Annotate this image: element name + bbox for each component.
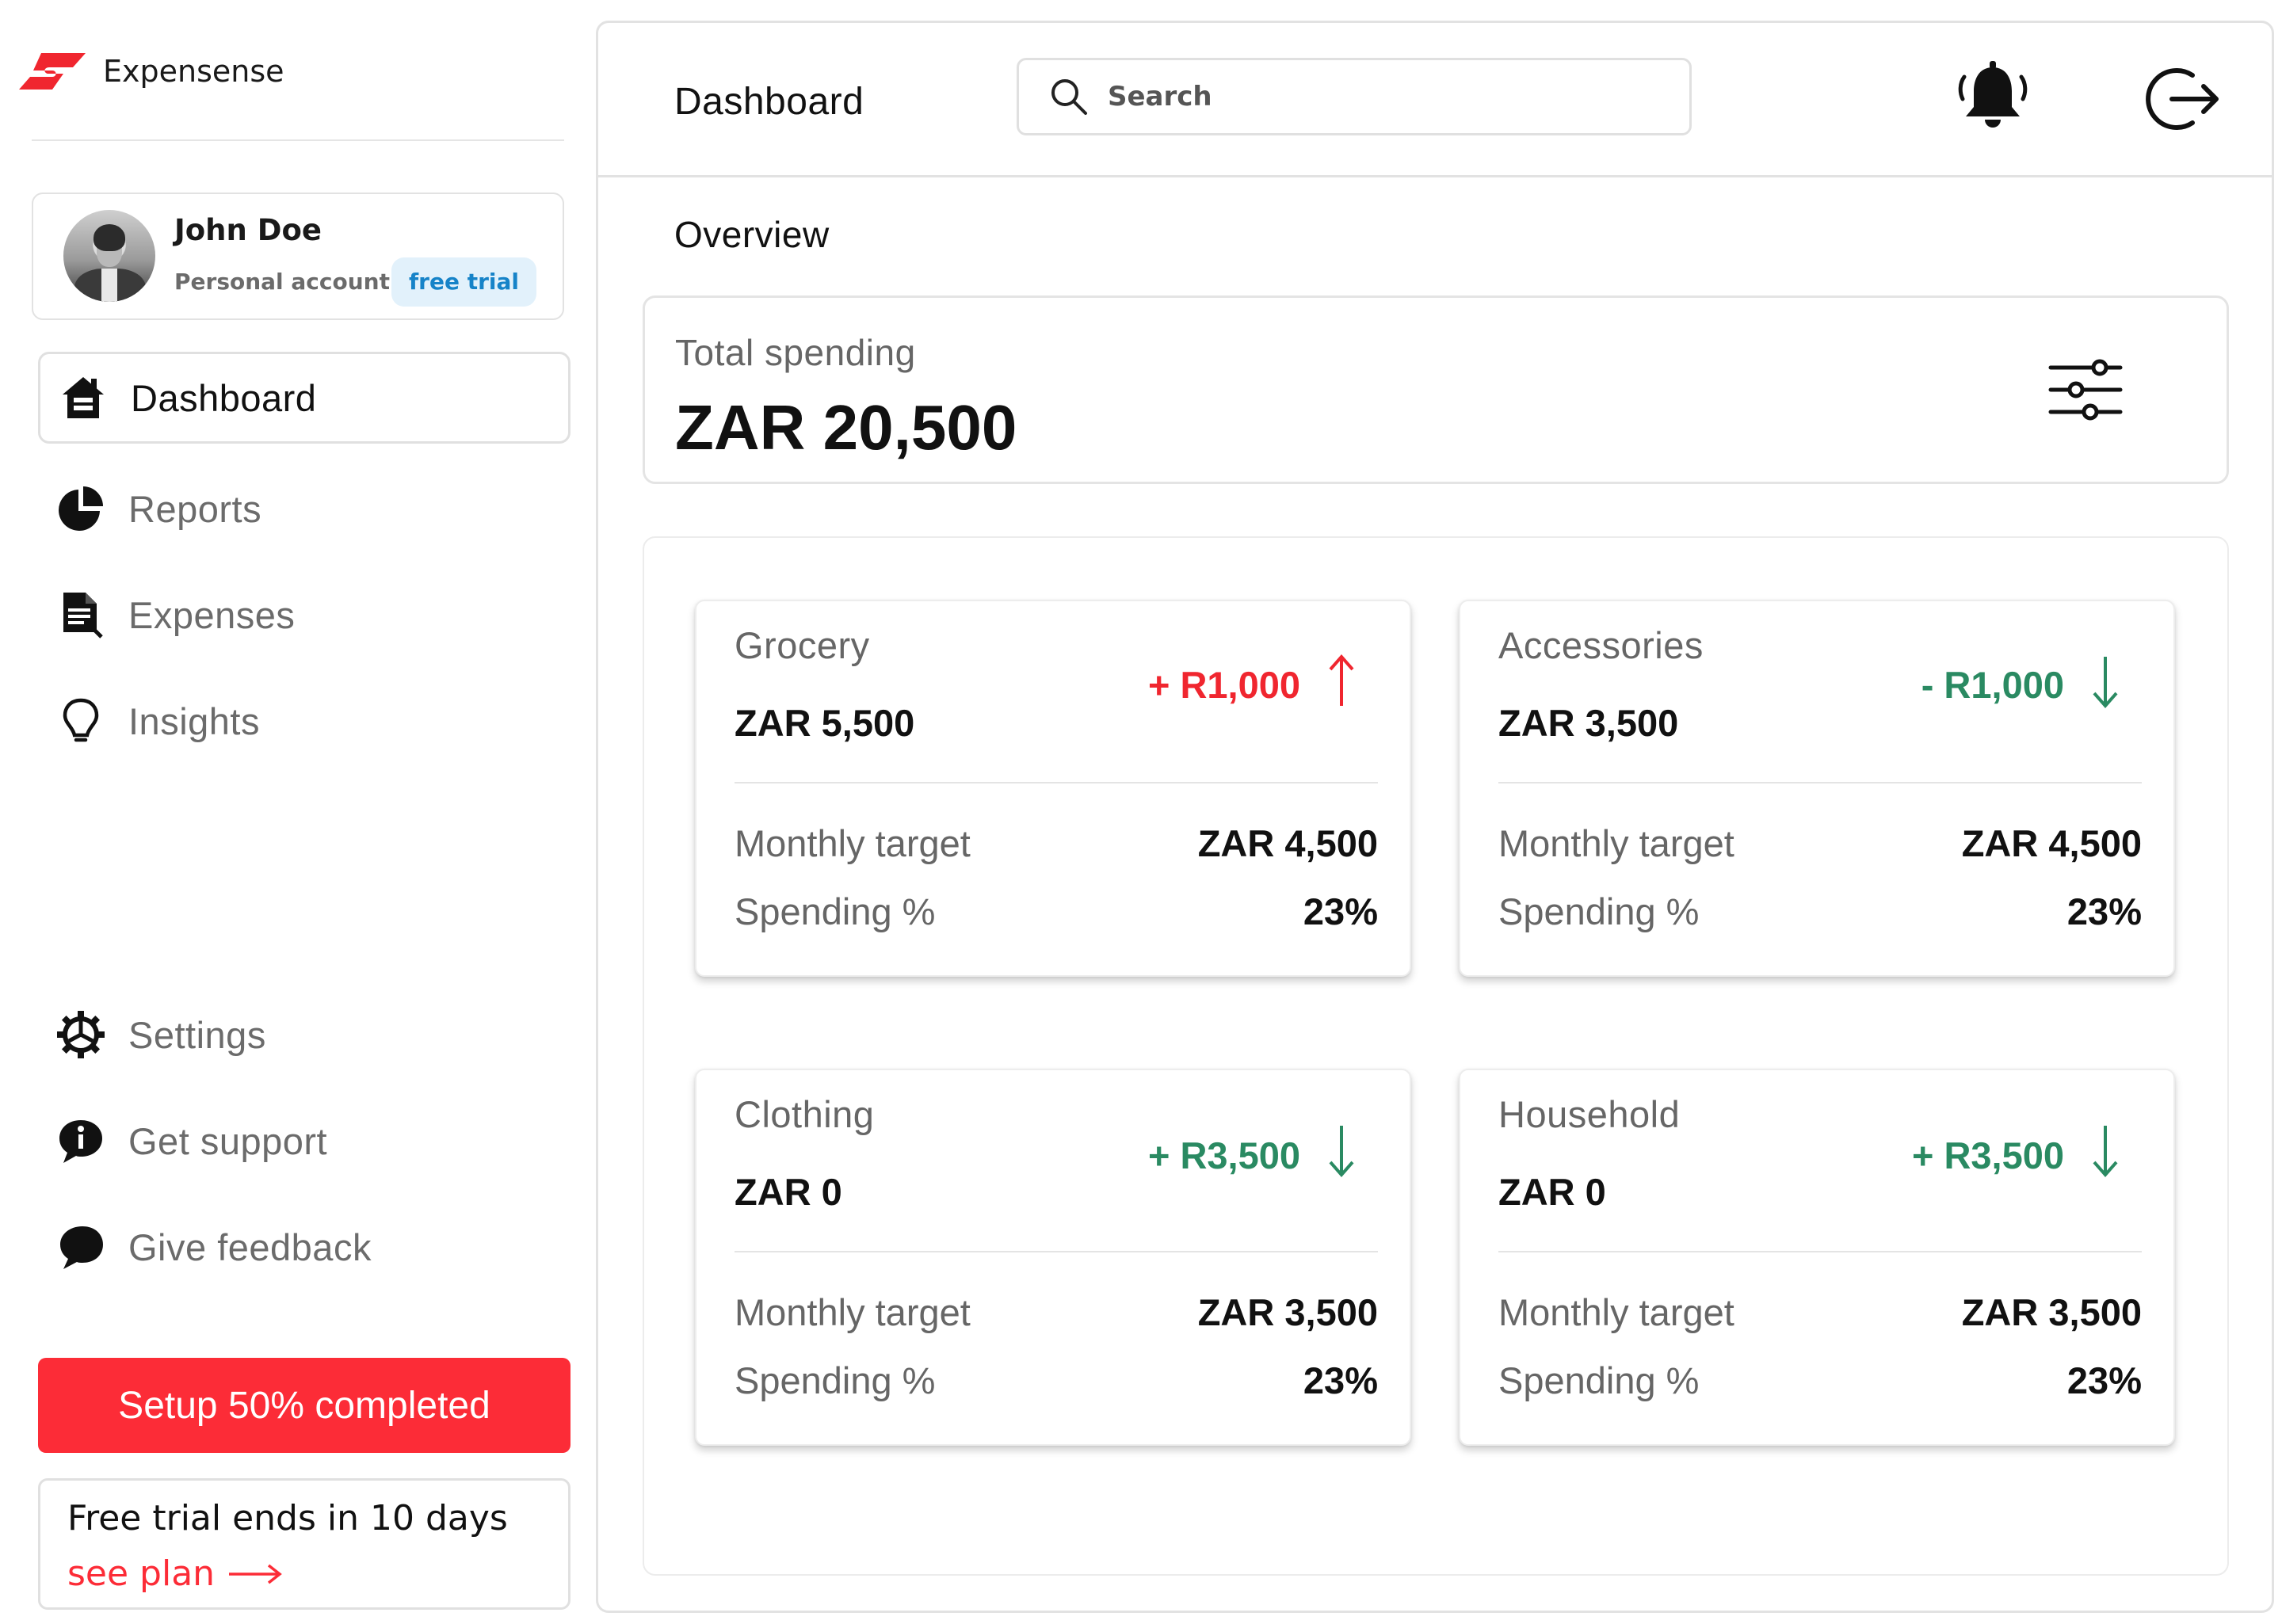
search-icon (1051, 79, 1087, 115)
spending-percent-label: Spending % (735, 1359, 936, 1401)
sidebar-item-label: Insights (128, 700, 260, 742)
see-plan-link[interactable]: see plan (67, 1553, 283, 1594)
monthly-target-label: Monthly target (1498, 822, 1734, 864)
category-amount: ZAR 0 (1498, 1171, 1606, 1213)
app-name: Expensense (103, 54, 284, 89)
filter-sliders-icon[interactable] (2046, 355, 2125, 426)
category-name: Grocery (735, 624, 870, 666)
category-name: Clothing (735, 1093, 875, 1135)
spending-percent-value: 23% (1303, 1359, 1378, 1401)
brand-divider (32, 139, 564, 141)
card-divider (1498, 782, 2142, 783)
section-title: Overview (674, 214, 830, 255)
sidebar-item-give-feedback[interactable]: Give feedback (38, 1201, 570, 1293)
spending-percent-value: 23% (2066, 890, 2142, 932)
category-amount: ZAR 5,500 (735, 702, 915, 744)
arrow-down-icon (1329, 1126, 1354, 1178)
arrow-up-icon (1329, 654, 1354, 706)
arrow-down-icon (2093, 1126, 2118, 1178)
category-name: Accessories (1498, 624, 1704, 666)
monthly-target-value: ZAR 3,500 (1961, 1291, 2142, 1333)
spending-percent-label: Spending % (1498, 890, 1700, 932)
spending-percent-value: 23% (2066, 1359, 2142, 1401)
category-card-grocery[interactable]: Grocery ZAR 5,500 + R1,000 Monthly targe… (695, 600, 1411, 977)
notification-bell-icon[interactable] (1953, 58, 2032, 137)
lightbulb-icon (55, 696, 106, 746)
see-plan-label: see plan (67, 1553, 216, 1594)
sidebar-item-expenses[interactable]: Expenses (38, 569, 570, 661)
spending-percent-value: 23% (1303, 890, 1378, 932)
header-divider (598, 175, 2272, 177)
category-delta: + R3,500 (1147, 1134, 1300, 1176)
profile-name: John Doe (174, 213, 322, 247)
pie-chart-icon (55, 483, 106, 534)
sidebar-item-label: Dashboard (131, 376, 317, 419)
brand[interactable]: Expensense (17, 46, 284, 97)
monthly-target-value: ZAR 4,500 (1197, 822, 1378, 864)
search-box[interactable] (1017, 58, 1692, 135)
category-card-household[interactable]: Household ZAR 0 + R3,500 Monthly target … (1459, 1069, 2175, 1446)
spending-percent-row: Spending % 23% (1498, 1359, 2142, 1402)
avatar[interactable] (63, 210, 155, 302)
spending-percent-row: Spending % 23% (1498, 890, 2142, 933)
category-amount: ZAR 3,500 (1498, 702, 1679, 744)
monthly-target-label: Monthly target (735, 1291, 971, 1333)
category-delta: + R3,500 (1911, 1134, 2064, 1176)
monthly-target-row: Monthly target ZAR 4,500 (1498, 822, 2142, 865)
sidebar-item-label: Settings (128, 1013, 266, 1056)
chat-bubble-icon (55, 1222, 106, 1272)
expensense-logo-icon (19, 53, 86, 90)
category-delta: - R1,000 (1921, 664, 2064, 706)
trial-notice-text: Free trial ends in 10 days (67, 1498, 508, 1538)
total-spending-value: ZAR 20,500 (675, 392, 1017, 463)
category-card-accessories[interactable]: Accessories ZAR 3,500 - R1,000 Monthly t… (1459, 600, 2175, 977)
sidebar-item-label: Expenses (128, 593, 296, 636)
account-type: Personal account (174, 269, 390, 295)
sidebar-item-label: Get support (128, 1119, 328, 1162)
spending-percent-row: Spending % 23% (735, 1359, 1378, 1402)
category-card-clothing[interactable]: Clothing ZAR 0 + R3,500 Monthly target Z… (695, 1069, 1411, 1446)
card-divider (1498, 1251, 2142, 1252)
category-cards-container: Grocery ZAR 5,500 + R1,000 Monthly targe… (643, 536, 2229, 1576)
category-amount: ZAR 0 (735, 1171, 842, 1213)
sidebar-item-dashboard[interactable]: Dashboard (38, 352, 570, 444)
logout-icon[interactable] (2145, 63, 2221, 135)
monthly-target-row: Monthly target ZAR 4,500 (735, 822, 1378, 865)
spending-percent-label: Spending % (1498, 1359, 1700, 1401)
category-delta: + R1,000 (1147, 664, 1300, 706)
setup-progress-button[interactable]: Setup 50% completed (38, 1358, 570, 1453)
sidebar-item-label: Give feedback (128, 1226, 372, 1268)
card-divider (735, 782, 1378, 783)
total-spending-label: Total spending (675, 332, 916, 373)
main-panel: Dashboard Overview Total spending ZAR 20… (596, 21, 2274, 1613)
sidebar-item-settings[interactable]: Settings (38, 989, 570, 1081)
sidebar-item-get-support[interactable]: Get support (38, 1095, 570, 1187)
monthly-target-row: Monthly target ZAR 3,500 (1498, 1290, 2142, 1334)
monthly-target-row: Monthly target ZAR 3,500 (735, 1290, 1378, 1334)
sidebar-item-reports[interactable]: Reports (38, 463, 570, 555)
spending-percent-row: Spending % 23% (735, 890, 1378, 933)
document-icon (55, 589, 106, 640)
gear-icon (55, 1009, 106, 1060)
monthly-target-value: ZAR 3,500 (1197, 1291, 1378, 1333)
home-icon (58, 372, 109, 423)
info-chat-icon (55, 1115, 106, 1166)
card-divider (735, 1251, 1378, 1252)
arrow-down-icon (2093, 657, 2118, 709)
category-name: Household (1498, 1093, 1681, 1135)
monthly-target-label: Monthly target (735, 822, 971, 864)
trial-notice: Free trial ends in 10 days see plan (38, 1478, 570, 1610)
total-spending-card: Total spending ZAR 20,500 (643, 295, 2229, 484)
free-trial-badge: free trial (391, 257, 537, 307)
page-title: Dashboard (674, 81, 864, 123)
sidebar-item-insights[interactable]: Insights (38, 675, 570, 767)
monthly-target-value: ZAR 4,500 (1961, 822, 2142, 864)
monthly-target-label: Monthly target (1498, 1291, 1734, 1333)
search-input[interactable] (1108, 81, 1662, 112)
arrow-right-icon (229, 1564, 282, 1584)
spending-percent-label: Spending % (735, 890, 936, 932)
sidebar-item-label: Reports (128, 487, 262, 530)
profile-card[interactable]: John Doe Personal account free trial (32, 193, 564, 320)
